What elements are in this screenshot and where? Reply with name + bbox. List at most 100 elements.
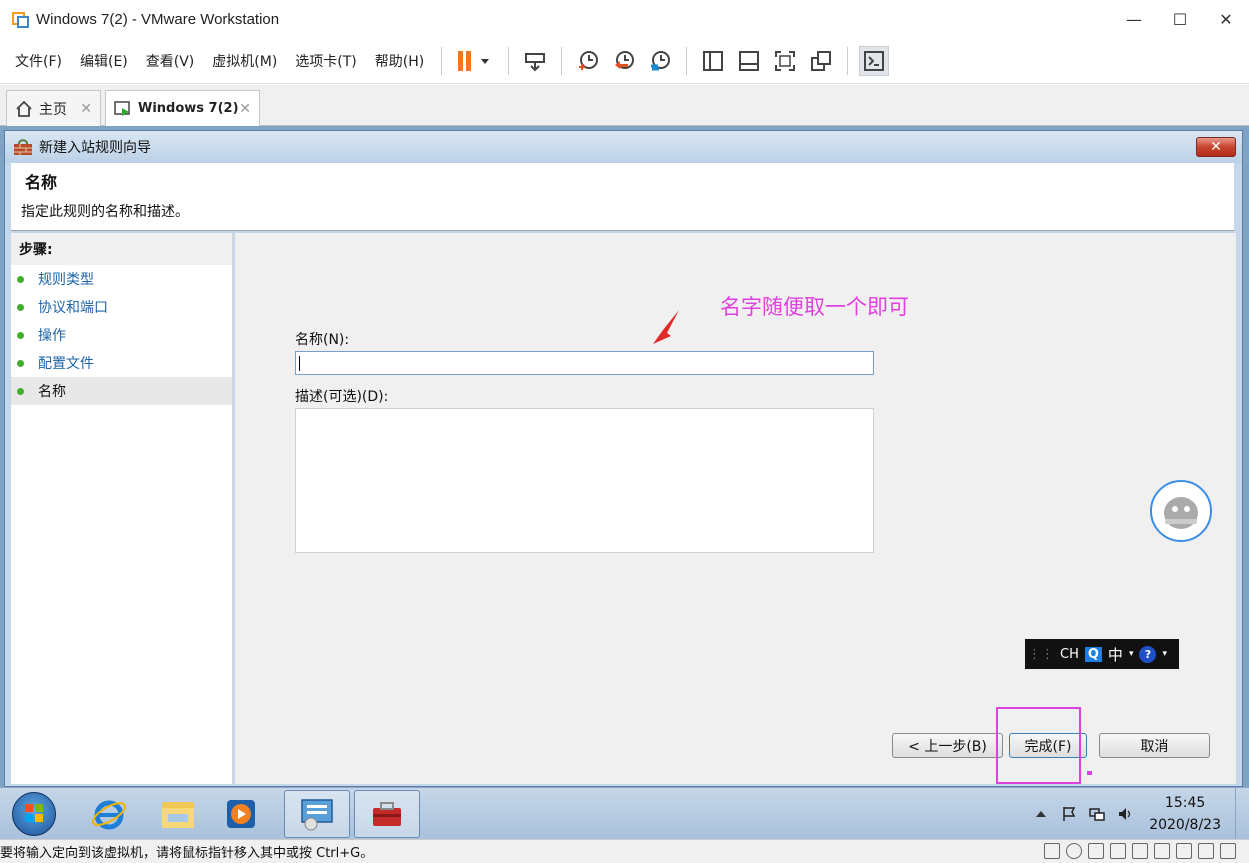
message-log-icon[interactable] [1220,843,1236,859]
fullscreen-button[interactable] [770,46,800,76]
step-rule-type[interactable]: 规则类型 [11,265,232,293]
toolbox-icon [373,802,401,826]
tab-bar: 主页 ✕ Windows 7(2) ✕ [0,85,1249,126]
taskbar-firewall[interactable] [354,790,420,838]
annotation-arrow-icon [653,310,679,344]
step-protocol-ports[interactable]: 协议和端口 [11,293,232,321]
ime-language-bar[interactable]: ⋮⋮ CH Q 中 ▾ ? ▾ [1025,639,1179,669]
folder-icon [162,802,194,828]
volume-icon[interactable] [1117,806,1133,822]
tab-windows7[interactable]: Windows 7(2) ✕ [105,90,260,126]
name-input[interactable] [295,351,874,375]
firewall-icon [13,138,33,156]
revert-snapshot-button[interactable] [609,46,639,76]
thumbnail-toggle-button[interactable] [734,46,764,76]
page-title: 名称 [25,173,58,192]
send-ctrl-alt-del-button[interactable] [520,46,550,76]
clock-snapshot-icon [579,50,599,70]
snapshot-button[interactable] [573,46,603,76]
pause-button[interactable] [453,46,497,76]
minimize-button[interactable]: — [1111,0,1157,38]
menubar: 文件(F) 编辑(E) 查看(V) 虚拟机(M) 选项卡(T) 帮助(H) [0,38,1249,84]
step-name[interactable]: 名称 [11,377,232,405]
hard-disk-icon[interactable] [1044,843,1060,859]
menu-tabs[interactable]: 选项卡(T) [286,51,365,71]
show-hidden-icons-icon[interactable] [1033,806,1049,822]
clock-manager-icon [651,50,671,70]
tab-windows7-close-icon[interactable]: ✕ [239,101,251,117]
menu-edit[interactable]: 编辑(E) [71,51,137,71]
device-icons [1041,843,1239,859]
windows-logo-icon [25,804,43,822]
name-label: 名称(N): [295,332,350,348]
taskbar-ie[interactable] [76,790,142,838]
system-tray: 15:45 2020/8/23 [1027,788,1249,840]
toolbar-separator [441,46,443,75]
menu-view[interactable]: 查看(V) [137,51,204,71]
drag-handle-icon[interactable]: ⋮⋮ [1028,647,1054,662]
qq-floating-icon[interactable] [1150,480,1212,542]
tab-windows7-label: Windows 7(2) [138,101,239,116]
back-button[interactable]: < 上一步(B) [892,733,1003,758]
ime-q-icon[interactable]: Q [1084,646,1102,662]
menu-vm[interactable]: 虚拟机(M) [203,51,286,71]
vm-display[interactable]: 新建入站规则向导 ✕ 名称 指定此规则的名称和描述。 步骤: 规则类型 协议和端… [0,126,1249,840]
ime-lang[interactable]: CH [1060,647,1079,662]
chevron-down-icon[interactable]: ▾ [1129,649,1134,659]
annotation-text: 名字随便取一个即可 [720,295,909,319]
step-dot-icon [17,303,24,311]
floppy-icon[interactable] [1088,843,1104,859]
media-player-icon [227,800,255,828]
terminal-icon [864,50,885,71]
internet-explorer-icon [92,800,126,830]
ime-mode[interactable]: 中 [1108,644,1123,665]
network-icon[interactable] [1089,806,1105,822]
tab-home[interactable]: 主页 ✕ [6,90,101,126]
cancel-button[interactable]: 取消 [1099,733,1210,758]
pause-icon [458,50,490,71]
vmware-titlebar: Windows 7(2) - VMware Workstation — ☐ ✕ [0,0,1249,38]
annotation-dot [1087,771,1092,775]
taskbar-explorer[interactable] [145,790,211,838]
show-desktop-button[interactable] [1235,788,1249,840]
wizard-titlebar: 新建入站规则向导 ✕ [5,131,1242,163]
page-description: 指定此规则的名称和描述。 [21,204,189,220]
taskbar-media-player[interactable] [208,790,274,838]
step-profile[interactable]: 配置文件 [11,349,232,377]
taskbar-control-panel[interactable] [284,790,350,838]
tab-home-close-icon[interactable]: ✕ [80,101,92,117]
options-icon[interactable]: ▾ [1162,649,1167,659]
fullscreen-icon [775,50,796,71]
vmware-logo-icon [12,10,30,28]
menu-file[interactable]: 文件(F) [6,51,71,71]
status-text: 要将输入定向到该虚拟机，请将鼠标指针移入其中或按 Ctrl+G。 [0,846,374,861]
windows-overlap-icon [811,50,832,71]
sidebar-toggle-button[interactable] [698,46,728,76]
console-view-button[interactable] [859,45,890,76]
step-dot-icon [17,331,24,339]
step-dot-icon [17,387,24,395]
steps-panel: 步骤: 规则类型 协议和端口 操作 配置文件 名称 [11,233,233,784]
snapshot-manager-button[interactable] [645,46,675,76]
unity-button[interactable] [806,46,836,76]
step-action[interactable]: 操作 [11,321,232,349]
action-center-flag-icon[interactable] [1061,806,1077,822]
clock[interactable]: 15:45 2020/8/23 [1149,792,1221,836]
maximize-button[interactable]: ☐ [1157,0,1203,38]
close-button[interactable]: ✕ [1203,0,1249,38]
menu-help[interactable]: 帮助(H) [366,51,433,71]
sound-card-icon[interactable] [1154,843,1170,859]
cd-dvd-icon[interactable] [1066,843,1082,859]
sidebar-layout-icon [703,50,724,71]
help-icon[interactable]: ? [1139,645,1157,663]
printer-icon[interactable] [1176,843,1192,859]
usb-icon[interactable] [1132,843,1148,859]
network-adapter-icon[interactable] [1110,843,1126,859]
window-title: Windows 7(2) - VMware Workstation [36,10,280,28]
start-button[interactable] [12,792,56,836]
network-send-icon [525,52,546,71]
wizard-close-button[interactable]: ✕ [1196,137,1236,157]
clock-time: 15:45 [1164,795,1206,811]
display-icon[interactable] [1198,843,1214,859]
description-input[interactable] [295,408,874,553]
